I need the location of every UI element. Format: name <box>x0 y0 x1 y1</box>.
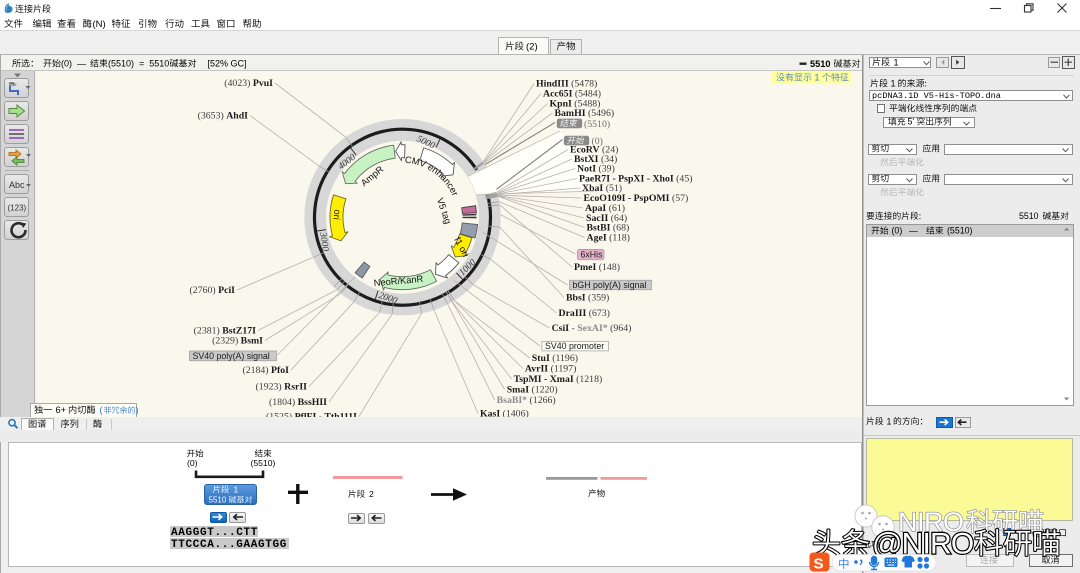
svg-text:1: 1 <box>234 484 239 494</box>
svg-text:AAGGGT...CTT: AAGGGT...CTT <box>171 527 258 539</box>
svg-text:[52% GC]: [52% GC] <box>208 59 247 69</box>
svg-text:(123): (123) <box>8 204 27 213</box>
svg-text:1: 1 <box>894 57 899 67</box>
svg-text:(: ( <box>100 405 103 415</box>
svg-text:(N): (N) <box>93 19 106 30</box>
svg-text:5': 5' <box>908 117 915 127</box>
svg-text:(5510): (5510) <box>947 226 972 236</box>
svg-text:1: 1 <box>815 73 820 83</box>
svg-text:(2): (2) <box>526 42 538 53</box>
svg-text:5510: 5510 <box>209 496 227 505</box>
svg-text:5510: 5510 <box>810 59 830 69</box>
svg-text:pcDNA3.1D V5-His-TOPO.dna: pcDNA3.1D V5-His-TOPO.dna <box>872 91 1001 101</box>
svg-text:2: 2 <box>369 489 374 499</box>
svg-text:(5510): (5510) <box>251 458 276 468</box>
svg-text:6+: 6+ <box>56 405 66 415</box>
svg-text:(0): (0) <box>892 226 903 236</box>
svg-text:(0) —: (0) — <box>61 59 86 69</box>
svg-text:5510: 5510 <box>1019 211 1039 221</box>
svg-text:1: 1 <box>891 79 896 89</box>
svg-text:S: S <box>814 556 824 573</box>
svg-text:(5510) = 5510: (5510) = 5510 <box>108 59 169 69</box>
svg-text:—: — <box>909 226 918 236</box>
svg-text:Abc: Abc <box>9 180 25 190</box>
svg-text:): ) <box>136 405 139 415</box>
svg-text:TTCCCA...GAAGTGG: TTCCCA...GAAGTGG <box>171 539 287 551</box>
svg-text:(0): (0) <box>187 458 198 468</box>
svg-text:1: 1 <box>887 416 892 426</box>
